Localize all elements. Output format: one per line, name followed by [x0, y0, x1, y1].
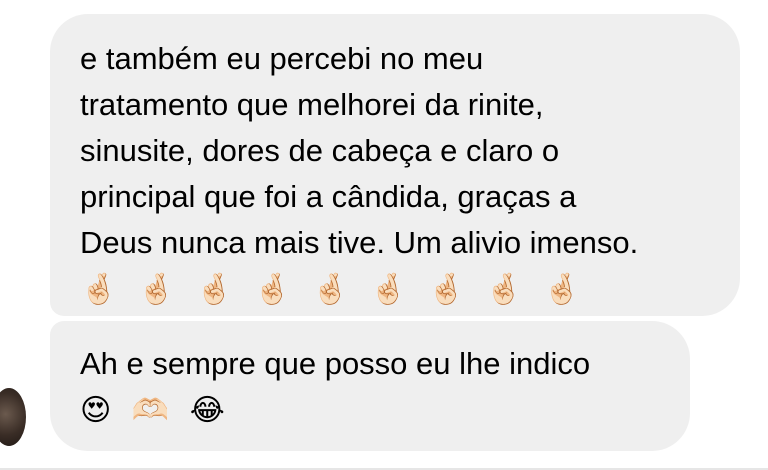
message-text-line: tratamento que melhorei da rinite,	[80, 87, 544, 122]
crossed-fingers-icon: 🤞🏻	[80, 272, 118, 307]
emoji-row: 😍 🫶🏻 😂	[80, 389, 666, 433]
heart-hands-icon: 🫶🏻	[131, 393, 170, 428]
crossed-fingers-icon: 🤞🏻	[543, 272, 581, 307]
message-thread: e também eu percebi no meu tratamento qu…	[0, 0, 768, 470]
message-text-line: sinusite, dores de cabeça e claro o	[80, 133, 560, 168]
message-bubble[interactable]: Ah e sempre que posso eu lhe indico 😍 🫶🏻…	[50, 321, 690, 451]
message-bubble[interactable]: e também eu percebi no meu tratamento qu…	[50, 14, 740, 316]
emoji-row: 🤞🏻 🤞🏻 🤞🏻 🤞🏻 🤞🏻 🤞🏻 🤞🏻 🤞🏻 🤞🏻	[80, 268, 716, 312]
heart-eyes-icon: 😍	[80, 393, 112, 428]
crossed-fingers-icon: 🤞🏻	[253, 272, 292, 307]
message-text-line: principal que foi a cândida, graças a	[80, 179, 577, 214]
tears-of-joy-icon: 😂	[189, 393, 225, 428]
avatar[interactable]	[0, 388, 26, 446]
crossed-fingers-icon: 🤞🏻	[195, 272, 234, 307]
message-text-line: Ah e sempre que posso eu lhe indico	[80, 346, 591, 381]
crossed-fingers-icon: 🤞🏻	[369, 272, 407, 307]
crossed-fingers-icon: 🤞🏻	[137, 272, 176, 307]
crossed-fingers-icon: 🤞🏻	[485, 272, 523, 307]
message-text-line: Deus nunca mais tive. Um alivio imenso.	[80, 225, 639, 260]
crossed-fingers-icon: 🤞🏻	[427, 272, 465, 307]
message-text-line: e também eu percebi no meu	[80, 41, 484, 76]
crossed-fingers-icon: 🤞🏻	[311, 272, 349, 307]
